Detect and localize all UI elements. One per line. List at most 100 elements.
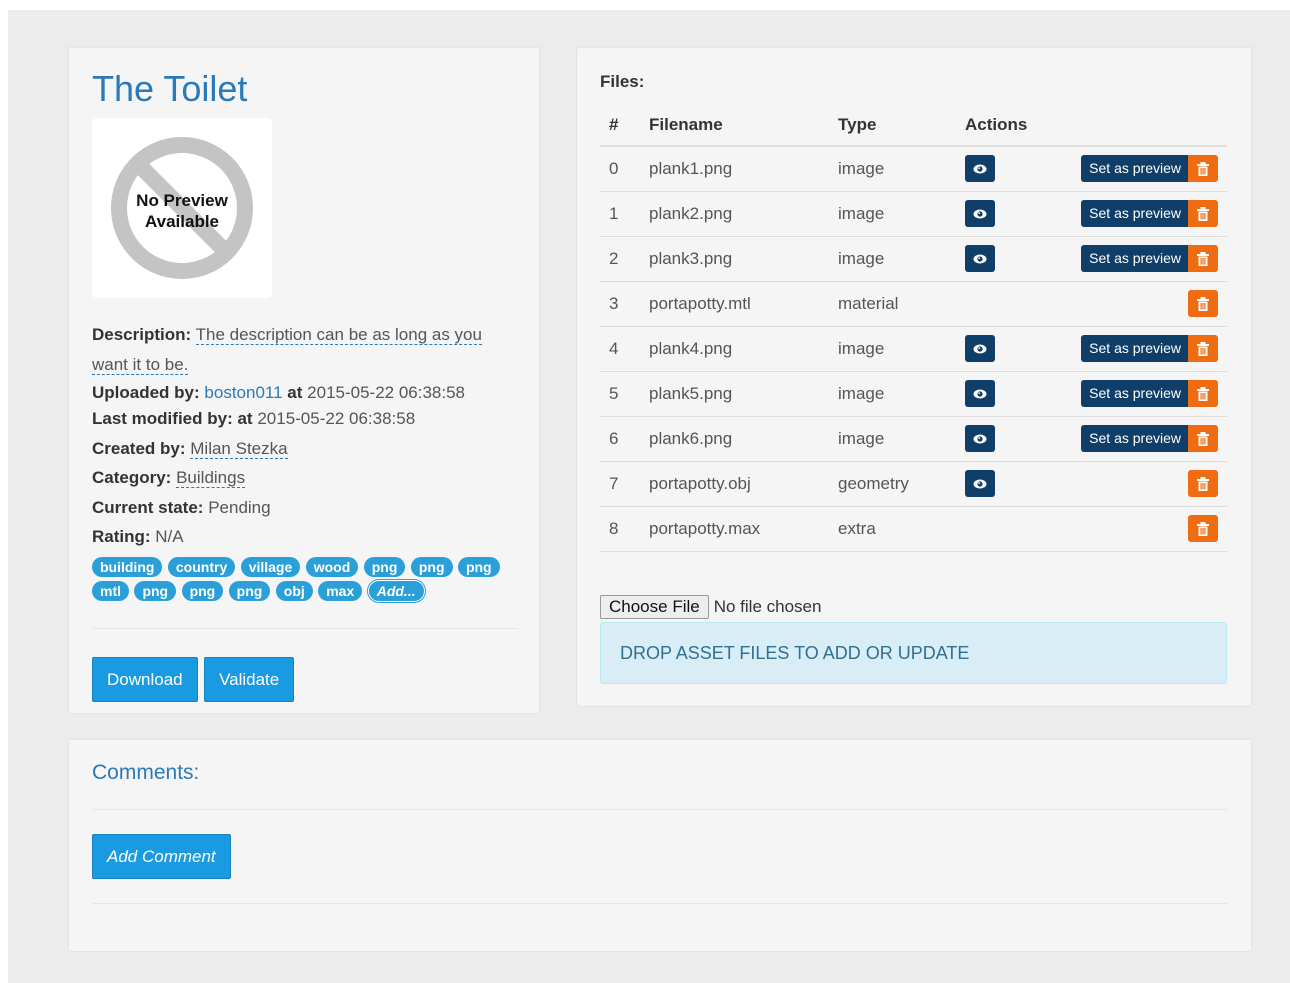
file-number: 5 <box>600 371 640 417</box>
view-file-button[interactable] <box>965 335 995 362</box>
uploaded-by-row: Uploaded by: boston011 at 2015-05-22 06:… <box>92 381 516 404</box>
file-row: 6 plank6.png image Set as preview <box>600 416 1227 462</box>
column-header-number: # <box>600 104 640 147</box>
uploaded-at-label: at <box>287 383 303 402</box>
set-as-preview-button[interactable]: Set as preview <box>1081 200 1188 227</box>
file-number: 2 <box>600 236 640 282</box>
file-view-cell <box>956 461 1071 507</box>
trash-icon <box>1197 431 1209 446</box>
tag[interactable]: max <box>318 580 363 601</box>
set-as-preview-button[interactable]: Set as preview <box>1081 425 1188 452</box>
file-view-cell <box>956 146 1071 192</box>
created-by-label: Created by: <box>92 438 186 458</box>
file-row: 0 plank1.png image Set as preview <box>600 146 1227 192</box>
delete-file-button[interactable] <box>1188 515 1218 542</box>
file-name: plank3.png <box>640 236 829 282</box>
tag[interactable]: png <box>410 556 453 577</box>
column-header-filename: Filename <box>640 104 829 147</box>
download-button[interactable]: Download <box>92 656 198 702</box>
tag[interactable]: png <box>181 580 224 601</box>
tag[interactable]: building <box>92 556 163 577</box>
divider <box>92 809 1228 810</box>
category-label: Category: <box>92 468 172 487</box>
created-by-row: Created by: Milan Stezka <box>92 434 516 464</box>
file-name: plank5.png <box>640 371 829 417</box>
file-name: portapotty.obj <box>640 461 829 507</box>
file-name: plank1.png <box>640 146 829 192</box>
last-modified-row: Last modified by: at 2015-05-22 06:38:58 <box>92 404 516 434</box>
delete-file-button[interactable] <box>1188 200 1218 227</box>
delete-file-button[interactable] <box>1188 155 1218 183</box>
last-modified-at-label: at <box>237 409 253 428</box>
tag[interactable]: mtl <box>92 580 129 601</box>
file-name: plank4.png <box>640 326 829 372</box>
created-by-value[interactable]: Milan Stezka <box>190 438 288 459</box>
uploaded-by-label: Uploaded by: <box>92 383 200 402</box>
eye-icon <box>973 479 987 489</box>
file-actions-cell: Set as preview <box>1071 371 1227 417</box>
view-file-button[interactable] <box>965 200 995 227</box>
file-type: image <box>829 326 956 372</box>
delete-file-button[interactable] <box>1188 245 1218 272</box>
description-label: Description: <box>92 325 192 344</box>
trash-icon <box>1197 386 1209 401</box>
uploader-link[interactable]: boston011 <box>204 383 282 402</box>
view-file-button[interactable] <box>965 470 995 497</box>
comments-panel: Comments: Add Comment <box>68 738 1252 952</box>
tag[interactable]: village <box>240 556 301 577</box>
files-table-header: # Filename Type Actions <box>600 104 1227 147</box>
files-heading: Files: <box>600 72 645 91</box>
tag[interactable]: obj <box>275 580 313 601</box>
file-type: material <box>829 281 956 327</box>
tag[interactable]: png <box>363 556 406 577</box>
file-number: 0 <box>600 146 640 192</box>
category-row: Category: Buildings <box>92 463 516 493</box>
tag[interactable]: wood <box>305 556 359 577</box>
eye-icon <box>973 389 987 399</box>
file-actions-cell: Set as preview <box>1071 326 1227 372</box>
view-file-button[interactable] <box>965 425 995 452</box>
add-comment-button[interactable]: Add Comment <box>92 834 231 879</box>
delete-file-button[interactable] <box>1188 425 1218 452</box>
validate-button[interactable]: Validate <box>204 656 295 702</box>
tag[interactable]: png <box>228 580 271 601</box>
tag[interactable]: png <box>134 580 177 601</box>
file-number: 1 <box>600 191 640 237</box>
trash-icon <box>1197 341 1209 356</box>
column-header-actions: Actions <box>956 104 1071 147</box>
file-number: 6 <box>600 416 640 462</box>
delete-file-button[interactable] <box>1188 290 1218 317</box>
trash-icon <box>1197 521 1209 536</box>
set-as-preview-button[interactable]: Set as preview <box>1081 155 1188 183</box>
file-type: extra <box>829 506 956 552</box>
file-view-cell <box>956 281 1071 327</box>
set-as-preview-button[interactable]: Set as preview <box>1081 335 1188 362</box>
delete-file-button[interactable] <box>1188 335 1218 362</box>
set-as-preview-button[interactable]: Set as preview <box>1081 245 1188 272</box>
delete-file-button[interactable] <box>1188 470 1218 497</box>
file-name: portapotty.mtl <box>640 281 829 327</box>
tag[interactable]: country <box>167 556 236 577</box>
file-type: image <box>829 191 956 237</box>
view-file-button[interactable] <box>965 245 995 272</box>
files-panel: Files: # Filename Type Actions 0 plank1.p… <box>576 46 1252 707</box>
eye-icon <box>973 434 987 444</box>
tag[interactable]: png <box>457 556 500 577</box>
file-row: 2 plank3.png image Set as preview <box>600 236 1227 282</box>
no-file-chosen-text: No file chosen <box>713 597 822 616</box>
trash-icon <box>1197 206 1209 221</box>
category-value[interactable]: Buildings <box>176 468 246 488</box>
choose-file-button[interactable]: Choose File <box>600 595 709 619</box>
no-symbol-icon: No Preview Available <box>111 137 253 279</box>
view-file-button[interactable] <box>965 155 995 183</box>
add-tag-button[interactable]: Add... <box>367 579 425 602</box>
view-file-button[interactable] <box>965 380 995 407</box>
file-row: 8 portapotty.max extra <box>600 506 1227 552</box>
delete-file-button[interactable] <box>1188 380 1218 407</box>
file-dropzone[interactable]: DROP ASSET FILES TO ADD OR UPDATE <box>600 621 1227 684</box>
file-actions-cell <box>1071 281 1227 327</box>
file-actions-cell <box>1071 461 1227 507</box>
set-as-preview-button[interactable]: Set as preview <box>1081 380 1188 407</box>
file-type: image <box>829 371 956 417</box>
trash-icon <box>1197 161 1209 176</box>
